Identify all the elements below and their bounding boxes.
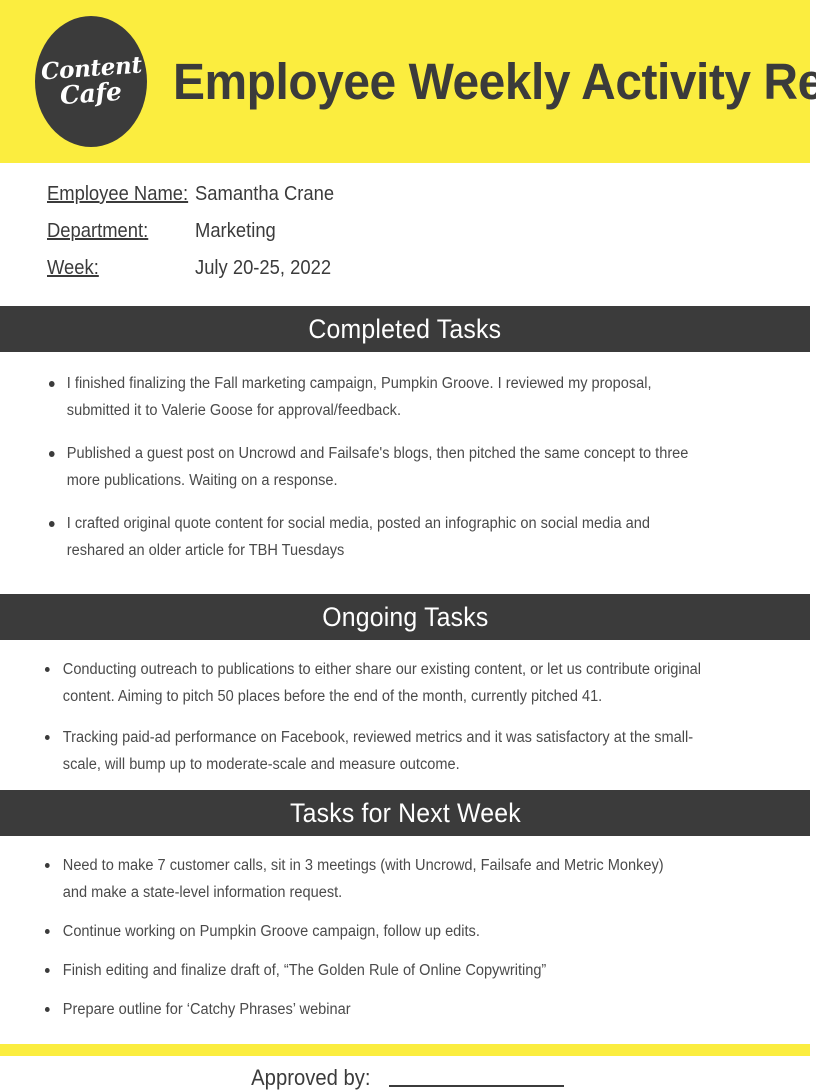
ongoing-tasks-list: Conducting outreach to publications to e…: [0, 640, 810, 790]
list-item: Prepare outline for ‘Catchy Phrases’ web…: [44, 996, 670, 1023]
info-label-employee-name: Employee Name:: [47, 183, 189, 205]
info-value-department: Marketing: [195, 220, 276, 242]
list-item: Published a guest post on Uncrowd and Fa…: [48, 440, 708, 494]
signature-line[interactable]: [389, 1085, 565, 1087]
list-item: I finished finalizing the Fall marketing…: [48, 370, 708, 424]
section-header-next-week-tasks: Tasks for Next Week: [0, 790, 810, 836]
report-body: Completed Tasks I finished finalizing th…: [0, 306, 816, 1091]
footer-accent-bar: [0, 1044, 810, 1056]
info-row-employee-name: Employee Name: Samantha Crane: [0, 183, 810, 220]
section-title-ongoing-tasks: Ongoing Tasks: [321, 601, 489, 632]
info-label-department: Department:: [47, 220, 149, 242]
info-row-department: Department: Marketing: [0, 220, 810, 257]
logo-line-2: Cafe: [59, 76, 123, 110]
content-cafe-logo: Content Cafe: [35, 16, 147, 147]
completed-tasks-list: I finished finalizing the Fall marketing…: [0, 352, 810, 594]
list-item: I crafted original quote content for soc…: [48, 510, 708, 564]
list-item: Conducting outreach to publications to e…: [44, 656, 706, 710]
approved-by-label: Approved by:: [250, 1065, 371, 1090]
list-item: Need to make 7 customer calls, sit in 3 …: [44, 852, 670, 906]
page-title: Employee Weekly Activity Report: [173, 53, 816, 110]
list-item: Finish editing and finalize draft of, “T…: [44, 957, 670, 984]
info-label-week: Week:: [47, 257, 99, 279]
section-title-completed-tasks: Completed Tasks: [308, 313, 502, 344]
info-value-week: July 20-25, 2022: [195, 257, 332, 279]
section-header-completed-tasks: Completed Tasks: [0, 306, 810, 352]
list-item: Continue working on Pumpkin Groove campa…: [44, 918, 670, 945]
next-week-tasks-list: Need to make 7 customer calls, sit in 3 …: [0, 836, 810, 1047]
employee-info-block: Employee Name: Samantha Crane Department…: [0, 163, 810, 306]
info-value-employee-name: Samantha Crane: [195, 183, 335, 205]
section-title-next-week-tasks: Tasks for Next Week: [289, 797, 521, 828]
section-header-ongoing-tasks: Ongoing Tasks: [0, 594, 810, 640]
report-header: Content Cafe Employee Weekly Activity Re…: [0, 0, 816, 163]
list-item: Tracking paid-ad performance on Facebook…: [44, 724, 706, 778]
info-row-week: Week: July 20-25, 2022: [0, 257, 810, 294]
